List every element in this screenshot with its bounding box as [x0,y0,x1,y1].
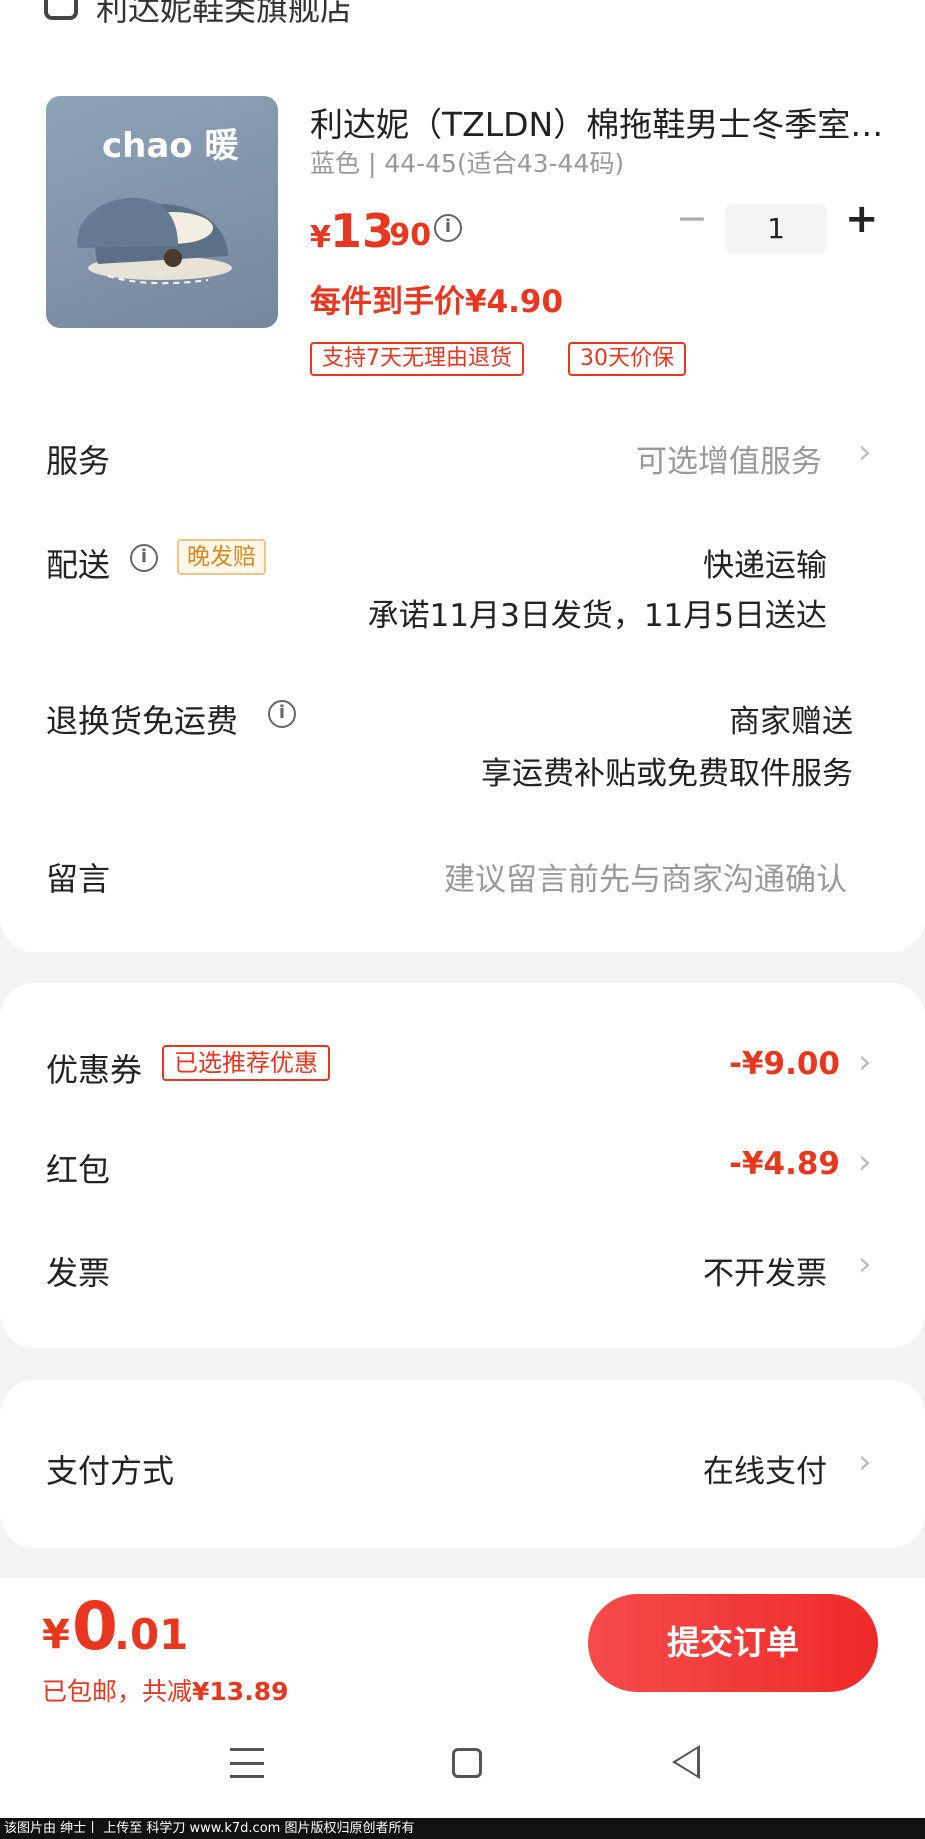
per-item-price: 每件到手价¥4.90 [310,284,564,320]
delivery-info-icon[interactable]: i [130,544,158,572]
total-decimal: .01 [114,1610,189,1659]
menu-icon[interactable] [230,1748,264,1778]
store-icon [44,0,78,20]
watermark-text: 该图片由 绅士丨 上传至 科学刀 www.k7d.com 图片版权归原创者所有 [0,1818,925,1839]
return-shipping-label: 退换货免运费 [46,702,239,740]
chevron-right-icon[interactable]: › [858,1244,872,1284]
chevron-right-icon[interactable]: › [858,432,872,472]
coupon-value[interactable]: -¥9.00 [729,1046,840,1082]
return-shipping-info-icon[interactable]: i [268,700,296,728]
free-shipping-text: 已包邮，共减 [42,1677,193,1706]
quantity-decrease-button[interactable]: − [676,196,708,240]
message-input[interactable]: 建议留言前先与商家沟通确认 [444,854,847,899]
total-symbol: ¥ [42,1612,70,1658]
product-image[interactable]: chao 暖 [46,96,278,328]
delivery-method[interactable]: 快递运输 [703,540,827,585]
quantity-input[interactable]: 1 [725,204,827,254]
back-icon[interactable] [672,1745,700,1779]
payment-label: 支付方式 [46,1452,175,1490]
chevron-right-icon[interactable]: › [858,1042,872,1082]
store-name[interactable]: 利达妮鞋类旗舰店 [96,0,352,30]
return-policy-tag: 支持7天无理由退货 [310,342,524,376]
shipping-savings-note: 已包邮，共减¥13.89 [42,1672,289,1708]
red-packet-label: 红包 [46,1151,111,1189]
payment-value[interactable]: 在线支付 [703,1446,827,1491]
price-decimal: .90 [378,218,432,253]
coupon-label: 优惠券 [46,1051,143,1089]
service-label: 服务 [46,442,111,480]
late-delivery-compensation-badge: 晚发赔 [177,539,266,575]
invoice-label: 发票 [46,1254,111,1292]
chevron-right-icon[interactable]: › [858,1142,872,1182]
return-shipping-detail: 享运费补贴或免费取件服务 [481,756,853,792]
delivery-label: 配送 [46,546,111,584]
invoice-value[interactable]: 不开发票 [703,1248,827,1293]
home-icon[interactable] [452,1748,482,1778]
chevron-right-icon[interactable]: › [858,1442,872,1482]
quantity-increase-button[interactable]: + [845,196,879,242]
total-saved-amount: ¥13.89 [192,1677,289,1706]
product-image-caption: chao 暖 [102,126,239,166]
total-integer: 0 [72,1588,118,1665]
submit-order-button[interactable]: 提交订单 [588,1594,878,1692]
price-info-icon[interactable]: i [434,214,462,242]
slipper-illustration [77,197,232,285]
product-title[interactable]: 利达妮（TZLDN）棉拖鞋男士冬季室… [310,98,883,146]
coupon-recommended-badge: 已选推荐优惠 [162,1045,330,1081]
price-symbol: ¥ [310,220,331,255]
service-value[interactable]: 可选增值服务 [636,436,822,481]
red-packet-value[interactable]: -¥4.89 [729,1146,840,1182]
price-protection-tag: 30天价保 [568,342,686,376]
delivery-promise: 承诺11月3日发货，11月5日送达 [367,598,827,634]
message-label: 留言 [46,860,111,898]
return-shipping-value: 商家赠送 [729,704,853,740]
product-spec[interactable]: 蓝色 | 44-45(适合43-44码) [310,144,624,180]
